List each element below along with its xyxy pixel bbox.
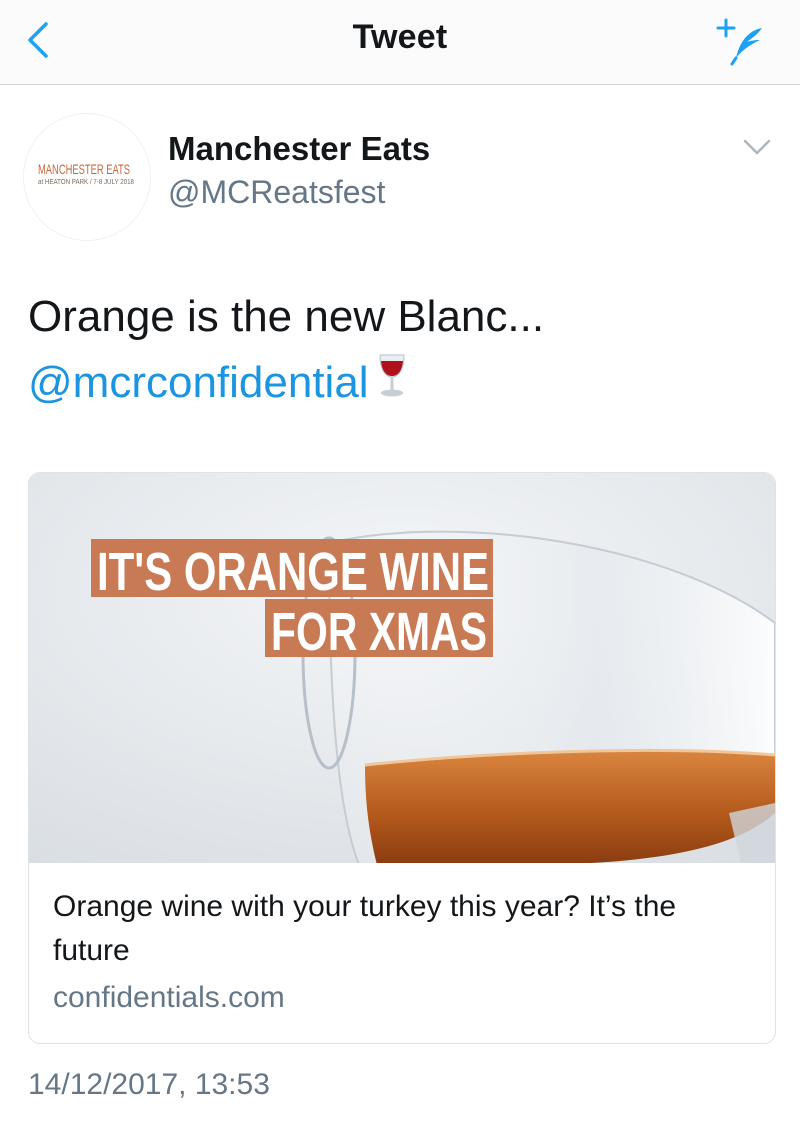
tweet-options-button[interactable] xyxy=(742,132,772,162)
card-domain: confidentials.com xyxy=(53,981,285,1014)
card-title: Orange wine with your turkey this year? … xyxy=(53,890,677,967)
svg-text:MANCHESTER EATS: MANCHESTER EATS xyxy=(38,161,130,177)
page-title: Tweet xyxy=(352,18,448,56)
card-banner-line2: FOR XMAS xyxy=(271,602,487,662)
display-name[interactable]: Manchester Eats xyxy=(168,130,430,168)
tweet-text: Orange is the new Blanc... @mcrconfident… xyxy=(28,284,768,418)
tweet-timestamp: 14/12/2017, 13:53 xyxy=(28,1068,270,1101)
wine-glass-icon xyxy=(377,352,407,418)
card-image: IT'S ORANGE WINE FOR XMAS xyxy=(29,473,775,863)
nav-bar: Tweet xyxy=(0,0,800,85)
compose-tweet-button[interactable] xyxy=(716,14,766,66)
compose-tweet-icon xyxy=(716,18,762,66)
mention-link[interactable]: @mcrconfidential xyxy=(28,358,369,407)
tweet-mention-line: @mcrconfidential xyxy=(28,350,768,418)
card-banner-line1: IT'S ORANGE WINE xyxy=(97,542,489,602)
link-card[interactable]: IT'S ORANGE WINE FOR XMAS Orange wine wi… xyxy=(28,472,776,1044)
avatar[interactable]: MANCHESTER EATS at HEATON PARK / 7-8 JUL… xyxy=(24,114,150,240)
manchester-eats-logo: MANCHESTER EATS at HEATON PARK / 7-8 JUL… xyxy=(24,114,150,240)
chevron-down-icon xyxy=(743,139,771,155)
user-handle[interactable]: @MCReatsfest xyxy=(168,174,385,211)
tweet-body: Orange is the new Blanc... xyxy=(28,292,545,341)
svg-text:at HEATON PARK / 7-8 JULY 2018: at HEATON PARK / 7-8 JULY 2018 xyxy=(38,179,134,186)
